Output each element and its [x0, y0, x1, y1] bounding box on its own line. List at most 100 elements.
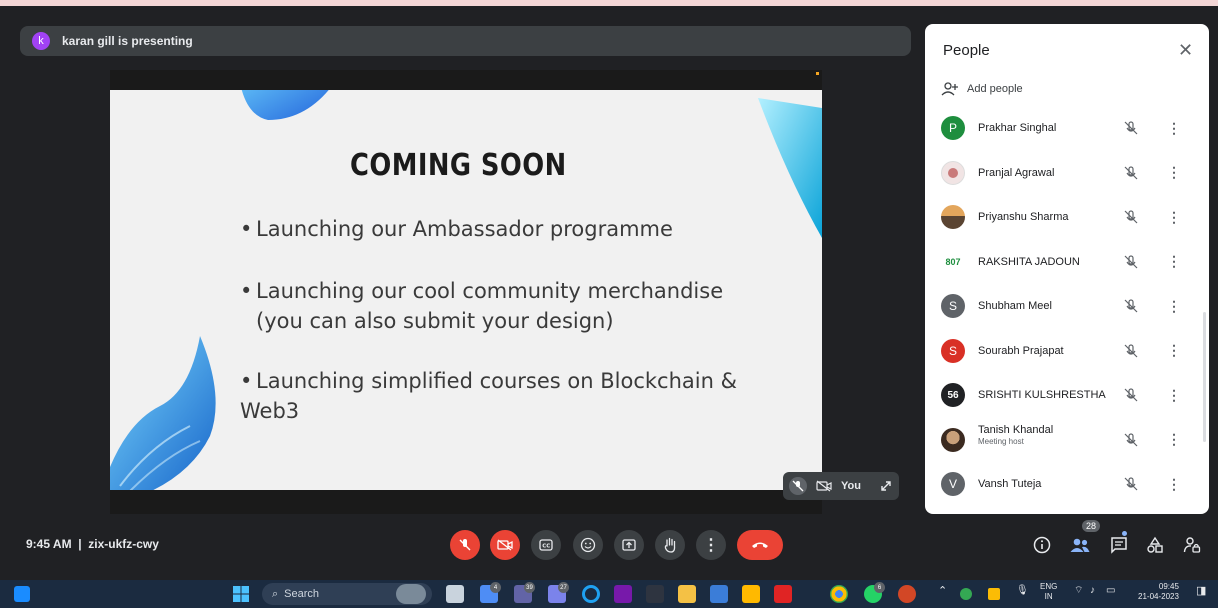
mic-toggle-button[interactable] [450, 530, 480, 560]
add-people-label: Add people [967, 83, 1023, 95]
window-top-edge [0, 0, 1218, 6]
mic-off-icon [459, 539, 471, 551]
participant-count-badge: 28 [1082, 520, 1101, 532]
notifications-icon[interactable]: ◨ [1196, 586, 1206, 597]
more-options-icon[interactable]: ⋮ [1167, 342, 1181, 359]
presenting-text: karan gill is presenting [62, 34, 193, 48]
slide-title: COMING SOON [350, 148, 567, 183]
presentation-slide: COMING SOON • Launching our Ambassador pr… [110, 90, 822, 490]
mic-off-icon [1124, 344, 1138, 358]
tray-app-icon[interactable] [988, 588, 1000, 600]
add-people-button[interactable]: Add people [941, 82, 1023, 96]
onenote-icon[interactable] [614, 585, 632, 603]
more-options-icon[interactable]: ⋮ [1167, 298, 1181, 315]
language-indicator[interactable]: ENG IN [1040, 582, 1057, 602]
mic-off-icon [789, 477, 807, 495]
more-options-button[interactable]: ⋮ [696, 530, 726, 560]
participant-row[interactable]: S Sourabh Prajapat ⋮ [925, 329, 1209, 374]
avatar: 807 [941, 249, 965, 274]
avatar: 56 [941, 383, 965, 408]
close-icon[interactable]: ✕ [1178, 40, 1193, 61]
avatar: S [941, 338, 965, 363]
windows-taskbar [0, 580, 1218, 608]
search-label: Search [284, 588, 320, 600]
present-screen-button[interactable] [614, 530, 644, 560]
terminal-icon[interactable] [646, 585, 664, 603]
more-options-icon[interactable]: ⋮ [1167, 209, 1181, 226]
participant-row[interactable]: V Vansh Tuteja ⋮ [925, 462, 1209, 507]
participant-row[interactable]: P Prakhar Singhal ⋮ [925, 106, 1209, 151]
people-panel-title: People [943, 42, 990, 59]
wifi-icon[interactable]: ⌔ [1074, 586, 1083, 596]
search-icon: ⌕ [272, 587, 279, 600]
more-options-icon[interactable]: ⋮ [1167, 387, 1181, 404]
pdf-reader-icon[interactable] [774, 585, 792, 603]
tray-app-icon[interactable] [960, 588, 972, 600]
notification-badge: 6 [874, 582, 885, 593]
presenter-avatar: k [32, 32, 50, 50]
raise-hand-button[interactable] [655, 530, 685, 560]
powerpoint-icon[interactable] [898, 585, 916, 603]
more-vert-icon: ⋮ [703, 537, 719, 554]
camera-toggle-button[interactable] [490, 530, 520, 560]
more-options-icon[interactable]: ⋮ [1167, 476, 1181, 493]
meeting-details-button[interactable] [1030, 533, 1054, 557]
participant-row[interactable]: 807 RAKSHITA JADOUN ⋮ [925, 240, 1209, 285]
file-explorer-icon[interactable] [678, 585, 696, 603]
camera-off-icon [497, 539, 513, 551]
host-controls-button[interactable] [1180, 533, 1204, 557]
avatar: S [941, 294, 965, 319]
slide-bullet-2: • Launching our cool community merchandis… [240, 279, 724, 333]
mail-icon[interactable] [710, 585, 728, 603]
people-panel: People ✕ Add people P Prakhar Singhal ⋮ … [925, 24, 1209, 514]
widgets-icon[interactable] [14, 586, 30, 602]
present-icon [622, 539, 636, 551]
slide-bullet-3: • Launching simplified courses on Blockch… [240, 369, 737, 423]
cortana-icon[interactable] [582, 585, 600, 603]
add-person-icon [941, 82, 958, 96]
more-options-icon[interactable]: ⋮ [1167, 164, 1181, 181]
presenting-banner: k karan gill is presenting [20, 26, 911, 56]
participant-row[interactable]: Priyanshu Sharma ⋮ [925, 195, 1209, 240]
sticky-notes-icon[interactable] [742, 585, 760, 603]
battery-icon[interactable]: ▭ [1106, 586, 1115, 596]
clock[interactable]: 09:45 21-04-2023 [1138, 582, 1179, 602]
volume-icon[interactable]: ♪ [1090, 586, 1095, 596]
reactions-button[interactable] [573, 530, 603, 560]
info-icon [1033, 536, 1051, 554]
start-icon[interactable] [232, 585, 250, 603]
mic-off-icon [1124, 388, 1138, 402]
participant-name: Sourabh Prajapat [978, 344, 1064, 357]
activities-button[interactable] [1143, 533, 1167, 557]
camera-off-icon [815, 477, 833, 495]
microphone-icon[interactable]: 🎙 [1016, 586, 1029, 596]
chrome-icon[interactable] [830, 585, 848, 603]
captions-icon: CC [539, 539, 553, 551]
panel-scrollbar[interactable] [1203, 312, 1206, 442]
mic-off-icon [1124, 433, 1138, 447]
participant-list: P Prakhar Singhal ⋮ Pranjal Agrawal ⋮ Pr… [925, 106, 1209, 507]
chat-icon [1111, 537, 1127, 554]
task-view-icon[interactable] [446, 585, 464, 603]
participant-row[interactable]: 56 SRISHTI KULSHRESTHA ⋮ [925, 373, 1209, 418]
emoji-icon [580, 537, 596, 553]
notification-badge: 39 [524, 582, 535, 593]
more-options-icon[interactable]: ⋮ [1167, 120, 1181, 137]
chevron-up-icon[interactable]: ⌃ [938, 586, 947, 597]
hand-icon [664, 537, 676, 553]
self-video-tile[interactable]: You [783, 472, 899, 500]
participant-row[interactable]: S Shubham Meel ⋮ [925, 284, 1209, 329]
people-button[interactable] [1068, 533, 1092, 557]
captions-button[interactable]: CC [531, 530, 561, 560]
leave-call-button[interactable] [737, 530, 783, 560]
more-options-icon[interactable]: ⋮ [1167, 253, 1181, 270]
participant-row[interactable]: Pranjal Agrawal ⋮ [925, 151, 1209, 196]
expand-icon[interactable] [877, 477, 895, 495]
avatar [941, 427, 965, 452]
participant-name: Priyanshu Sharma [978, 211, 1069, 224]
chat-button[interactable] [1107, 533, 1131, 557]
participant-role: Meeting host [978, 436, 1024, 446]
more-options-icon[interactable]: ⋮ [1167, 431, 1181, 448]
participant-row[interactable]: Tanish Khandal Meeting host ⋮ [925, 418, 1209, 463]
participant-name: RAKSHITA JADOUN [978, 255, 1080, 268]
